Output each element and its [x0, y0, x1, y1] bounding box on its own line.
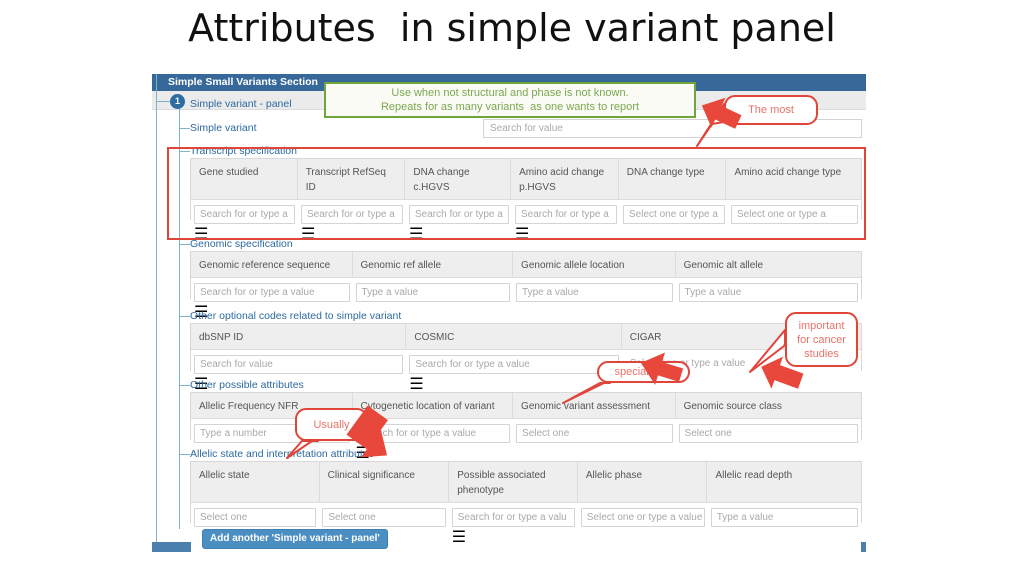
tree-connector-other-possible-attributes: [179, 385, 190, 386]
col-header-dna-change-type: DNA change type: [619, 159, 727, 199]
input-allelic-read-depth[interactable]: Type a value: [710, 508, 858, 527]
col-header-dna-change-c-hgvs: DNA change c.HGVS: [405, 159, 512, 199]
table-header-row: Allelic Frequency NFR Cytogenetic locati…: [191, 393, 861, 419]
table-genomic-specification: Genomic reference sequence Genomic ref a…: [190, 251, 862, 327]
tree-connector-genomic-specification: [179, 244, 190, 245]
table-other-optional-codes: dbSNP ID COSMIC CIGAR Search for value ☰ …: [190, 323, 862, 399]
input-gene-studied[interactable]: Search for or type a: [194, 205, 295, 224]
table-header-row: Genomic reference sequence Genomic ref a…: [191, 252, 861, 278]
input-possible-associated-phenotype[interactable]: Search for or type a valu: [451, 508, 575, 527]
tree-connector-other-optional-codes: [179, 316, 190, 317]
col-header-allelic-phase: Allelic phase: [578, 462, 708, 502]
input-cosmic[interactable]: Search for or type a value: [409, 355, 619, 374]
col-header-genomic-reference-sequence: Genomic reference sequence: [191, 252, 353, 277]
callout-special-use: special use: [597, 361, 690, 383]
section-label-other-possible-attributes: Other possible attributes: [190, 379, 304, 391]
tree-branch-line: [179, 101, 180, 529]
tree-connector-allelic-state: [179, 454, 190, 455]
section-label-genomic-specification: Genomic specification: [190, 238, 293, 250]
tree-connector-node1: [156, 101, 170, 102]
select-clinical-significance[interactable]: Select one: [322, 508, 446, 527]
node-label-simple-variant: Simple variant: [190, 122, 257, 134]
col-header-amino-acid-change-type: Amino acid change type: [734, 167, 842, 178]
add-another-simple-variant-panel-button[interactable]: Add another 'Simple variant - panel': [202, 529, 388, 549]
input-transcript-refseq-id[interactable]: Search for or type a: [301, 205, 403, 224]
section-label-allelic-state-and-interpretation: Allelic state and interpretation attribu…: [190, 448, 374, 460]
section-label-transcript-specification: Transcript specification: [190, 145, 297, 157]
input-genomic-allele-location[interactable]: Type a value: [516, 283, 673, 302]
select-allelic-state[interactable]: Select one: [194, 508, 317, 527]
input-allelic-phase[interactable]: Select one or type a value: [580, 508, 705, 527]
col-header-cytogenetic-location-of-variant: Cytogenetic location of variant: [353, 393, 514, 418]
select-genomic-source-class[interactable]: Select one: [678, 424, 858, 443]
col-header-genomic-source-class: Genomic source class: [683, 401, 782, 412]
list-icon: ☰: [409, 376, 424, 393]
col-header-genomic-variant-assessment: Genomic variant assessment: [513, 393, 676, 418]
col-header-dbsnp-id: dbSNP ID: [191, 324, 407, 349]
table-header-row: Allelic state Clinical significance Poss…: [191, 462, 861, 503]
col-header-genomic-alt-allele: Genomic alt allele: [683, 260, 764, 271]
list-icon: ☰: [301, 226, 316, 243]
input-genomic-ref-allele[interactable]: Type a value: [355, 283, 511, 302]
col-header-transcript-refseq-id: Transcript RefSeq ID: [298, 159, 406, 199]
input-dbsnp-id[interactable]: Search for value: [194, 355, 404, 374]
tree-connector-simple-variant: [179, 128, 190, 129]
page-title: Attributes in simple variant panel: [188, 6, 836, 50]
col-header-possible-associated-phenotype: Possible associated phenotype: [449, 462, 578, 502]
input-genomic-reference-sequence[interactable]: Search for or type a value: [194, 283, 350, 302]
col-header-allelic-read-depth: Allelic read depth: [715, 470, 793, 481]
col-header-allelic-state: Allelic state: [191, 462, 320, 502]
input-amino-acid-change-type[interactable]: Select one or type a: [731, 205, 858, 224]
table-transcript-specification: Gene studied Transcript RefSeq ID DNA ch…: [190, 158, 862, 249]
col-header-gene-studied: Gene studied: [191, 159, 298, 199]
list-icon: ☰: [515, 226, 530, 243]
input-amino-acid-change-p-hgvs[interactable]: Search for or type a: [515, 205, 617, 224]
input-genomic-alt-allele[interactable]: Type a value: [678, 283, 858, 302]
callout-the-most: The most: [724, 95, 818, 125]
node-label-simple-variant-panel: Simple variant - panel: [190, 98, 292, 110]
input-cytogenetic-location-of-variant[interactable]: Search for or type a value: [355, 424, 511, 443]
table-header-row: Gene studied Transcript RefSeq ID DNA ch…: [191, 159, 861, 200]
callout-usually: Usually: [295, 408, 368, 441]
col-header-clinical-significance: Clinical significance: [320, 462, 450, 502]
table-allelic-state-and-interpretation: Allelic state Clinical significance Poss…: [190, 461, 862, 552]
tree-trunk-line: [156, 74, 157, 542]
section-label-other-optional-codes: Other optional codes related to simple v…: [190, 310, 402, 322]
col-header-amino-acid-change-p-hgvs: Amino acid change p.HGVS: [511, 159, 619, 199]
input-dna-change-c-hgvs[interactable]: Search for or type a: [409, 205, 509, 224]
col-header-cosmic: COSMIC: [406, 324, 622, 349]
list-icon: ☰: [451, 529, 467, 546]
tree-connector-transcript-specification: [179, 151, 190, 152]
node-number-badge: 1: [170, 94, 185, 109]
col-header-genomic-allele-location: Genomic allele location: [513, 252, 676, 277]
input-dna-change-type[interactable]: Select one or type a: [623, 205, 725, 224]
simple-small-variants-form-panel: Simple Small Variants Section 1 Simple v…: [152, 74, 866, 552]
list-icon: ☰: [409, 226, 424, 243]
table-other-possible-attributes: Allelic Frequency NFR Cytogenetic locati…: [190, 392, 862, 468]
table-header-row: dbSNP ID COSMIC CIGAR: [191, 324, 861, 350]
select-genomic-variant-assessment[interactable]: Select one: [516, 424, 673, 443]
callout-important-for-cancer-studies: important for cancer studies: [785, 312, 858, 367]
callout-green-note: Use when not structural and phase is not…: [324, 82, 696, 118]
col-header-genomic-ref-allele: Genomic ref allele: [353, 252, 514, 277]
